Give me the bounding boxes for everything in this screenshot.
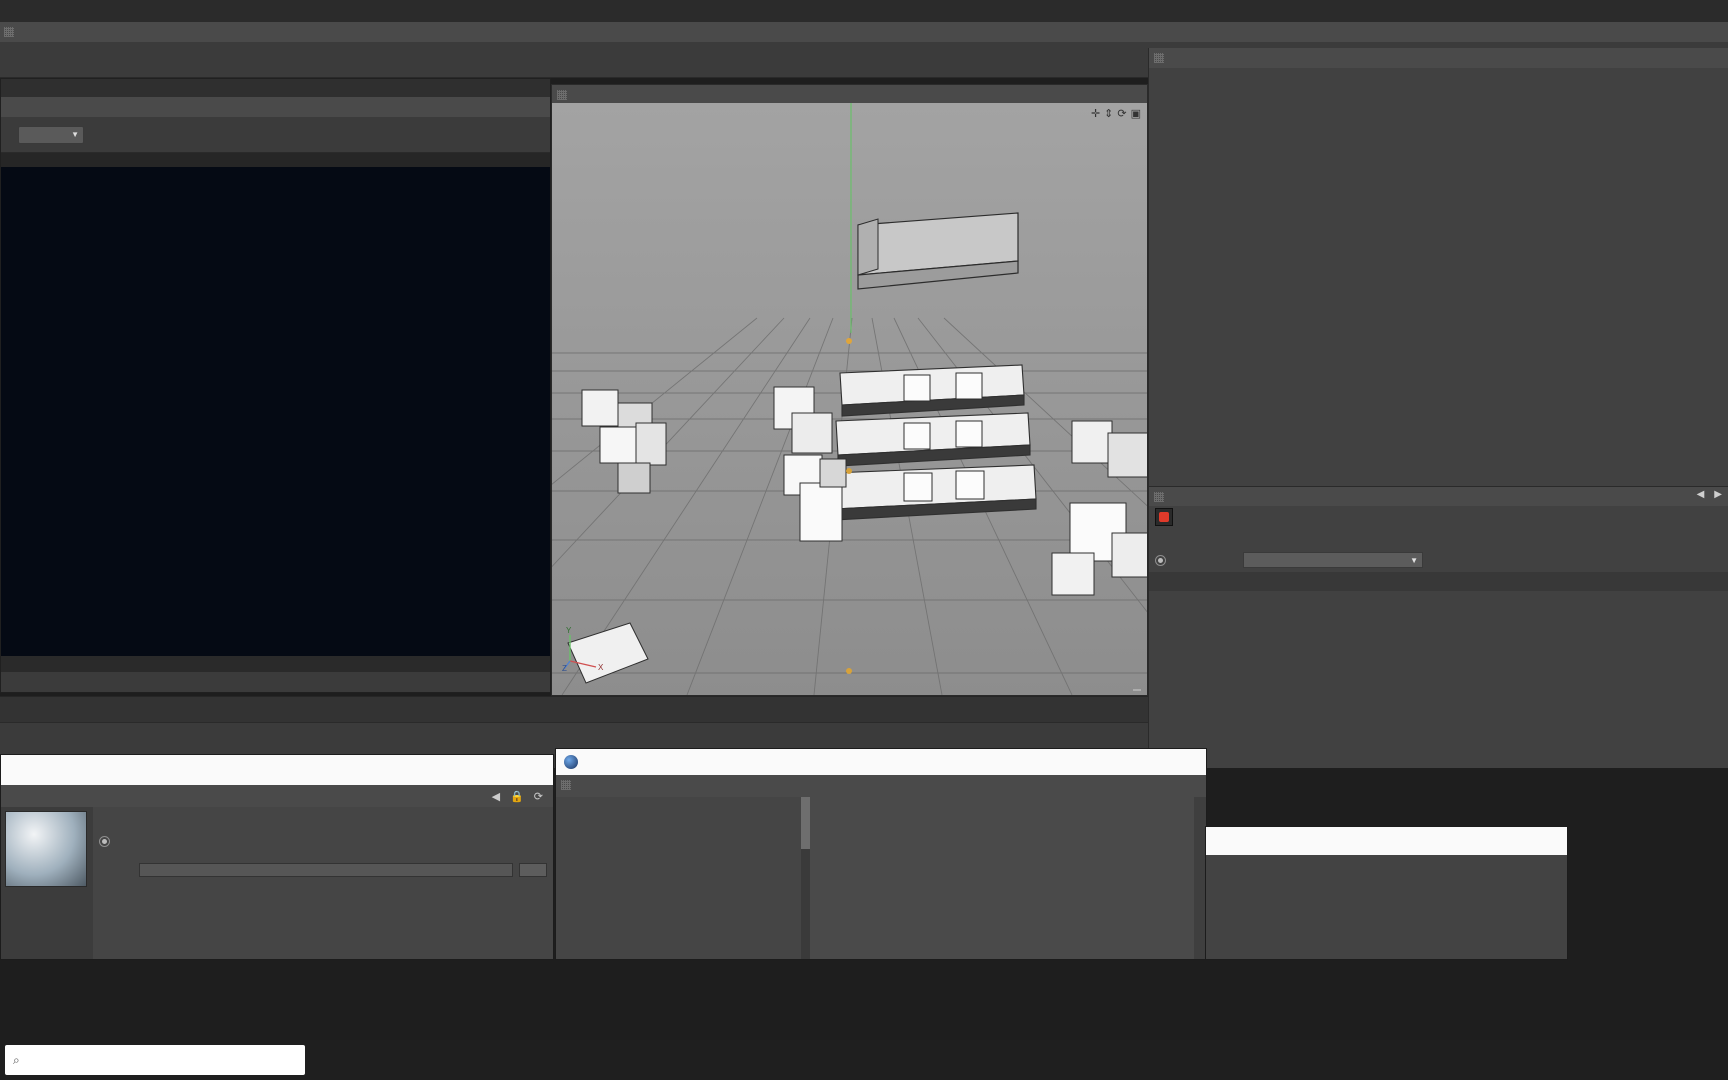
material-channel-pane[interactable] <box>93 807 553 959</box>
object-manager-menu[interactable] <box>1149 48 1728 68</box>
minimize-icon[interactable] <box>1080 749 1122 775</box>
content-browser-window-buttons[interactable] <box>1080 749 1206 775</box>
maximize-view-icon[interactable]: ▣ <box>1131 107 1141 120</box>
content-browser-app-icon <box>564 755 578 769</box>
attribute-object-header <box>1149 506 1728 528</box>
window-controls[interactable] <box>1718 0 1724 22</box>
lock-icon[interactable]: 🔒 <box>510 790 524 803</box>
svg-text:Z: Z <box>562 664 567 671</box>
timeline-ruler[interactable] <box>0 696 1148 722</box>
material-editor-window-buttons[interactable] <box>431 756 551 784</box>
octane-menu-bar[interactable] <box>1 97 550 117</box>
app-title-bar <box>0 0 1728 22</box>
shader-window[interactable] <box>1205 826 1568 960</box>
scrollbar-thumb[interactable] <box>801 797 810 849</box>
material-editor-toolbar[interactable]: ◀ 🔒 ⟳ <box>1 785 553 807</box>
octane-camera-tag-icon <box>1155 508 1173 526</box>
maximize-icon[interactable] <box>1122 749 1164 775</box>
dolly-icon[interactable]: ⇕ <box>1104 107 1113 120</box>
octane-render-canvas[interactable] <box>1 167 550 656</box>
svg-text:Y: Y <box>566 627 572 635</box>
viewport-panel[interactable]: ✛ ⇕ ⟳ ▣ Y X Z <box>551 84 1148 696</box>
maximize-icon[interactable] <box>1483 827 1525 855</box>
minimize-icon[interactable] <box>1441 827 1483 855</box>
chevron-right-icon[interactable]: ▶ <box>1714 489 1722 500</box>
viewport-axis-indicator: Y X Z <box>562 627 604 671</box>
content-browser-thumbnail-grid[interactable] <box>810 797 1194 959</box>
refresh-icon[interactable]: ⟳ <box>534 790 543 803</box>
shader-window-title-bar[interactable] <box>1206 827 1567 855</box>
material-editor-body[interactable] <box>1 807 553 959</box>
chevron-left-icon[interactable]: ◀ <box>1697 489 1705 500</box>
minimize-icon[interactable] <box>431 756 471 784</box>
attribute-tabs[interactable] <box>1149 528 1728 548</box>
octane-render-viewer-window[interactable]: ▼ <box>0 78 551 693</box>
post-processing-section-title <box>1149 572 1728 591</box>
maximize-icon[interactable] <box>471 756 511 784</box>
octane-info-line <box>1 153 550 167</box>
material-editor-window[interactable]: ◀ 🔒 ⟳ <box>0 754 554 960</box>
content-browser-grip-icon[interactable] <box>561 780 571 790</box>
content-browser-title-bar[interactable] <box>556 749 1206 775</box>
object-manager[interactable] <box>1148 48 1728 486</box>
main-menu-bar[interactable] <box>0 22 1728 42</box>
channel-dropdown[interactable]: ▼ <box>18 125 84 144</box>
menu-grip-icon[interactable] <box>4 27 14 37</box>
material-preview-pane[interactable] <box>1 807 93 959</box>
svg-text:X: X <box>598 663 604 671</box>
color-radio[interactable] <box>99 835 110 847</box>
material-group-label-row <box>99 811 547 831</box>
attribute-manager-grip-icon[interactable] <box>1154 492 1164 502</box>
octane-status-bar <box>1 656 550 672</box>
pan-icon[interactable]: ✛ <box>1091 107 1100 120</box>
material-texture-row[interactable] <box>99 861 547 879</box>
chevron-down-icon: ▼ <box>1410 555 1418 565</box>
content-browser-tree[interactable] <box>556 797 801 959</box>
material-preview-sphere <box>5 811 87 887</box>
content-browser-title-group <box>556 755 585 769</box>
viewport-3d-canvas[interactable]: ✛ ⇕ ⟳ ▣ Y X Z <box>552 103 1147 695</box>
attribute-nav-arrows[interactable]: ◀ ▶ <box>1697 489 1722 500</box>
viewport-nav-gizmo[interactable]: ✛ ⇕ ⟳ ▣ <box>1091 107 1141 120</box>
chevron-left-icon[interactable]: ◀ <box>492 790 500 803</box>
material-editor-title-bar[interactable] <box>1 755 553 785</box>
shader-window-body[interactable] <box>1206 855 1567 959</box>
close-icon[interactable] <box>511 756 551 784</box>
viewport-grip-icon[interactable] <box>557 90 567 100</box>
close-icon[interactable] <box>1525 827 1567 855</box>
viewport-grid-info <box>1133 689 1141 691</box>
render-image <box>1 167 550 656</box>
search-icon: ⌕ <box>13 1052 20 1067</box>
channel-selector[interactable]: ▼ <box>13 125 84 144</box>
camera-type-radio[interactable] <box>1155 554 1166 566</box>
content-browser-scrollbar[interactable] <box>801 797 810 959</box>
viewport-scene <box>552 103 1147 695</box>
chevron-down-icon: ▼ <box>71 130 79 139</box>
camera-type-dropdown[interactable]: ▼ <box>1243 552 1423 568</box>
material-color-row[interactable] <box>99 831 547 851</box>
octane-toolbar[interactable]: ▼ <box>1 117 550 153</box>
object-tree[interactable] <box>1149 68 1728 486</box>
texture-browse-button[interactable] <box>519 863 547 877</box>
texture-field[interactable] <box>139 863 513 877</box>
object-manager-grip-icon[interactable] <box>1154 53 1164 63</box>
content-browser-menu[interactable] <box>556 775 1206 797</box>
octane-window-title <box>1 79 550 97</box>
content-browser-body[interactable] <box>556 797 1206 959</box>
attribute-manager[interactable]: ◀ ▶ ▼ <box>1148 486 1728 768</box>
attribute-manager-menu[interactable]: ◀ ▶ <box>1149 487 1728 506</box>
windows-taskbar[interactable]: ⌕ <box>0 1040 1728 1080</box>
taskbar-search-box[interactable]: ⌕ <box>5 1045 305 1075</box>
content-browser-window[interactable] <box>555 748 1207 960</box>
close-icon[interactable] <box>1164 749 1206 775</box>
orbit-icon[interactable]: ⟳ <box>1117 107 1126 120</box>
viewport-menu-bar[interactable] <box>552 85 1147 103</box>
attribute-camera-type-row[interactable]: ▼ <box>1149 548 1728 591</box>
